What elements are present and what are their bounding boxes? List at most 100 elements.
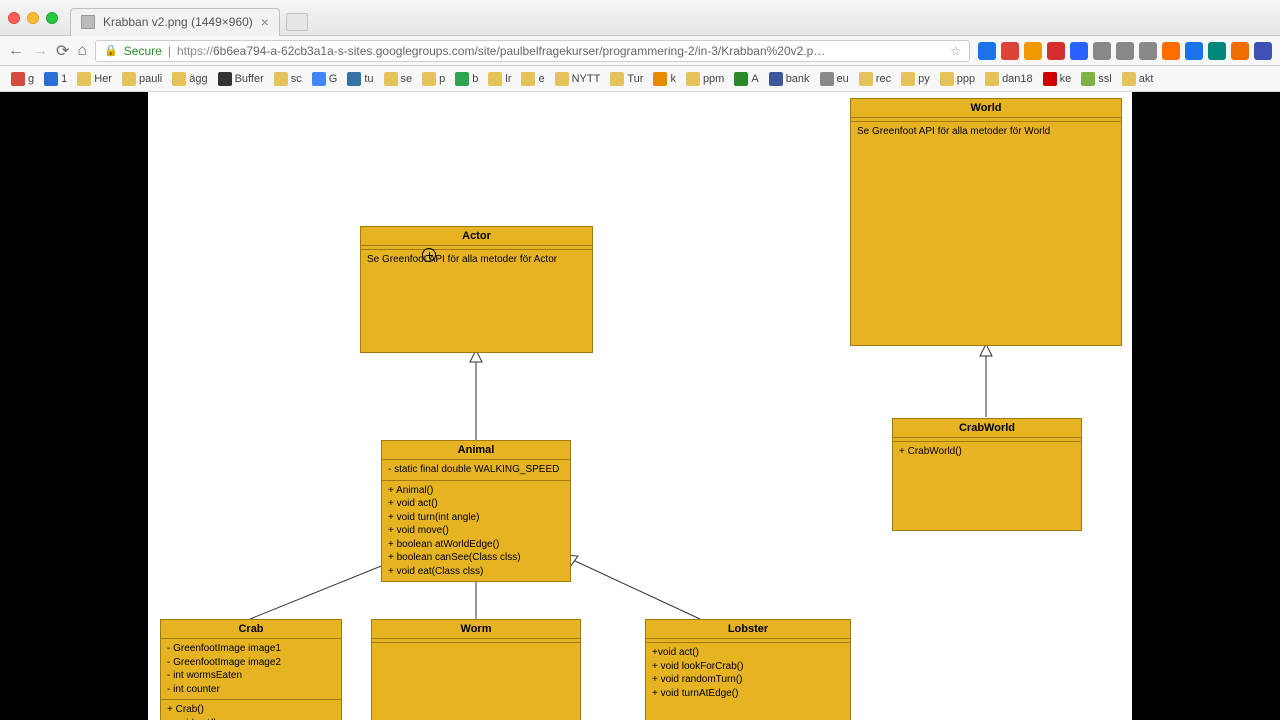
bookmark-label: e xyxy=(538,73,544,85)
bookmark-item[interactable]: b xyxy=(452,71,481,87)
class-operations: +void act()+ void lookForCrab()+ void ra… xyxy=(646,643,850,703)
extension-icon[interactable] xyxy=(1162,42,1180,60)
class-member: - static final double WALKING_SPEED xyxy=(388,463,564,477)
bookmark-item[interactable]: Tur xyxy=(607,71,646,87)
back-button[interactable]: ← xyxy=(8,42,24,60)
bookmark-item[interactable]: pauli xyxy=(119,71,165,87)
class-operations: + Animal()+ void act()+ void turn(int an… xyxy=(382,481,570,582)
bookmark-label: Tur xyxy=(627,73,643,85)
extension-icon[interactable] xyxy=(1001,42,1019,60)
extension-icon[interactable] xyxy=(1116,42,1134,60)
secure-label: Secure xyxy=(124,44,162,58)
bookmark-item[interactable]: G xyxy=(309,71,341,87)
bookmark-item[interactable]: py xyxy=(898,71,933,87)
bookmark-label: ppp xyxy=(957,73,975,85)
bookmark-label: eu xyxy=(837,73,849,85)
extension-icon[interactable] xyxy=(978,42,996,60)
class-lobster: Lobster +void act()+ void lookForCrab()+… xyxy=(645,619,851,720)
class-title: Lobster xyxy=(646,620,850,639)
bookmark-label: NYTT xyxy=(572,73,601,85)
bookmark-label: G xyxy=(329,73,338,85)
bookmark-item[interactable]: dan18 xyxy=(982,71,1036,87)
bookmark-item[interactable]: eu xyxy=(817,71,852,87)
extension-icon[interactable] xyxy=(1254,42,1272,60)
bookmark-item[interactable]: Buffer xyxy=(215,71,267,87)
class-crab: Crab - GreenfootImage image1- GreenfootI… xyxy=(160,619,342,720)
folder-icon xyxy=(940,72,954,86)
browser-tab[interactable]: Krabban v2.png (1449×960) × xyxy=(70,8,280,36)
folder-icon xyxy=(488,72,502,86)
class-title: World xyxy=(851,99,1121,118)
bookmark-item[interactable]: g xyxy=(8,71,37,87)
bookmark-item[interactable]: ppm xyxy=(683,71,727,87)
favicon-icon xyxy=(11,72,25,86)
bookmark-item[interactable]: sc xyxy=(271,71,305,87)
home-button[interactable]: ⌂ xyxy=(77,42,87,60)
bookmark-label: py xyxy=(918,73,930,85)
class-member: + void turn(int angle) xyxy=(388,511,564,525)
bookmark-item[interactable]: NYTT xyxy=(552,71,604,87)
minimize-window-button[interactable] xyxy=(27,12,39,24)
maximize-window-button[interactable] xyxy=(46,12,58,24)
bookmark-item[interactable]: rec xyxy=(856,71,894,87)
bookmark-item[interactable]: ssl xyxy=(1078,71,1114,87)
extension-icon[interactable] xyxy=(1185,42,1203,60)
bookmark-item[interactable]: lr xyxy=(485,71,514,87)
bookmark-item[interactable]: k xyxy=(650,71,679,87)
favicon-icon xyxy=(455,72,469,86)
address-bar[interactable]: 🔒 Secure | https://6b6ea794-a-62cb3a1a-s… xyxy=(95,40,970,62)
extension-icon[interactable] xyxy=(1070,42,1088,60)
favicon-icon xyxy=(347,72,361,86)
bookmark-item[interactable]: se xyxy=(381,71,416,87)
bookmark-item[interactable]: tu xyxy=(344,71,376,87)
class-animal: Animal - static final double WALKING_SPE… xyxy=(381,440,571,582)
extension-icon[interactable] xyxy=(1208,42,1226,60)
forward-button[interactable]: → xyxy=(32,42,48,60)
bookmark-star-icon[interactable]: ☆ xyxy=(950,44,961,58)
bookmark-item[interactable]: 1 xyxy=(41,71,70,87)
folder-icon xyxy=(77,72,91,86)
close-tab-icon[interactable]: × xyxy=(261,15,269,29)
bookmark-item[interactable]: A xyxy=(731,71,761,87)
extension-icon[interactable] xyxy=(1231,42,1249,60)
class-member: + CrabWorld() xyxy=(899,445,1075,459)
bookmark-item[interactable]: ppp xyxy=(937,71,978,87)
reload-button[interactable]: ⟳ xyxy=(56,41,69,61)
bookmark-item[interactable]: e xyxy=(518,71,547,87)
class-note: Se Greenfoot API för alla metoder för Ac… xyxy=(367,253,586,267)
bookmark-label: lr xyxy=(505,73,511,85)
bookmark-label: ppm xyxy=(703,73,724,85)
folder-icon xyxy=(859,72,873,86)
bookmark-item[interactable]: p xyxy=(419,71,448,87)
extension-icon[interactable] xyxy=(1047,42,1065,60)
folder-icon xyxy=(985,72,999,86)
folder-icon xyxy=(422,72,436,86)
window-controls[interactable] xyxy=(8,12,58,24)
bookmark-item[interactable]: Her xyxy=(74,71,115,87)
extension-icon[interactable] xyxy=(1139,42,1157,60)
bookmark-label: 1 xyxy=(61,73,67,85)
file-icon xyxy=(81,15,95,29)
bookmark-item[interactable]: ägg xyxy=(169,71,210,87)
class-member: + Animal() xyxy=(388,484,564,498)
extension-icon[interactable] xyxy=(1093,42,1111,60)
bookmark-label: ssl xyxy=(1098,73,1111,85)
extension-icon[interactable] xyxy=(1024,42,1042,60)
bookmark-item[interactable]: bank xyxy=(766,71,813,87)
tab-title: Krabban v2.png (1449×960) xyxy=(103,15,253,29)
class-title: Animal xyxy=(382,441,570,460)
class-world: World Se Greenfoot API för alla metoder … xyxy=(850,98,1122,346)
diagram-page[interactable]: Actor Se Greenfoot API för alla metoder … xyxy=(148,92,1132,720)
favicon-icon xyxy=(1043,72,1057,86)
extensions-row xyxy=(978,42,1272,60)
class-member: - int counter xyxy=(167,683,335,697)
bookmark-label: p xyxy=(439,73,445,85)
bookmark-item[interactable]: ke xyxy=(1040,71,1075,87)
favicon-icon xyxy=(1081,72,1095,86)
bookmark-item[interactable]: akt xyxy=(1119,71,1157,87)
close-window-button[interactable] xyxy=(8,12,20,24)
folder-icon xyxy=(521,72,535,86)
new-tab-button[interactable] xyxy=(286,13,308,31)
favicon-icon xyxy=(820,72,834,86)
folder-icon xyxy=(274,72,288,86)
